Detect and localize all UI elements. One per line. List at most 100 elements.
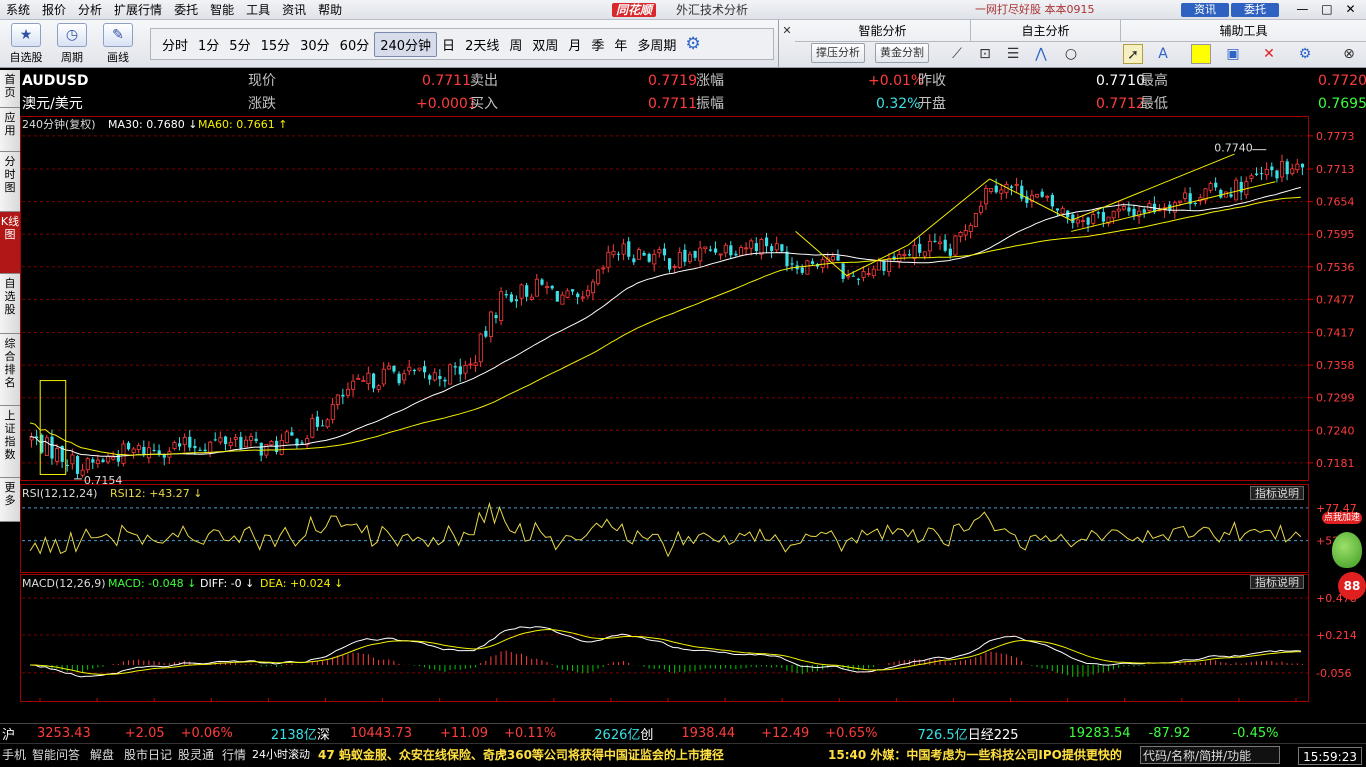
top-ticker[interactable]: 一网打尽好股 本本0915 <box>975 0 1095 20</box>
rsi-help-button[interactable]: 指标说明 <box>1250 486 1304 500</box>
menu-item-8[interactable]: 帮助 <box>312 0 348 20</box>
menu-item-2[interactable]: 分析 <box>72 0 108 20</box>
candle-body <box>585 289 590 297</box>
candle-body <box>218 437 223 443</box>
candle-body <box>1075 219 1080 224</box>
ma30-line <box>29 186 1302 458</box>
tab-self-analysis[interactable]: 自主分析 <box>971 20 1121 42</box>
period-2[interactable]: 5分 <box>224 33 255 56</box>
menu-item-6[interactable]: 工具 <box>240 0 276 20</box>
candle-body <box>463 364 468 374</box>
candle-body <box>560 294 565 305</box>
candle-body <box>611 250 616 256</box>
wave-tool-icon[interactable]: ⋀ <box>1031 44 1051 64</box>
speed-up-widget[interactable]: 点我加速 88 <box>1318 510 1366 610</box>
delete-icon[interactable]: ✕ <box>1259 44 1279 64</box>
period-14[interactable]: 多周期 <box>632 33 681 56</box>
bottom-item-6[interactable]: 24小时滚动 <box>252 744 310 766</box>
bottom-item-1[interactable]: 智能问答 <box>32 744 80 766</box>
maximize-icon[interactable]: □ <box>1321 2 1332 18</box>
cy-label: 创 <box>640 728 654 743</box>
period-9[interactable]: 周 <box>504 33 527 56</box>
candle-body <box>351 380 356 390</box>
support-resistance-button[interactable]: 撑压分析 <box>811 43 865 63</box>
candle-body <box>978 205 983 213</box>
menu-item-7[interactable]: 资讯 <box>276 0 312 20</box>
candle-body <box>111 456 116 460</box>
menu-item-4[interactable]: 委托 <box>168 0 204 20</box>
news-ticker-2[interactable]: 15:40 外媒：中国考虑为一些科技公司IPO提供更快的 <box>828 744 1138 766</box>
channel-tool-icon[interactable]: ☰ <box>1003 44 1023 64</box>
menu-item-3[interactable]: 扩展行情 <box>108 0 168 20</box>
close-icon[interactable]: ✕ <box>1345 2 1355 18</box>
rsi-value-legend: RSI12: +43.27 ↓ <box>110 487 203 500</box>
settings-icon[interactable]: ⚙ <box>1295 44 1315 64</box>
period-13[interactable]: 年 <box>609 33 632 56</box>
period-8[interactable]: 2天线 <box>460 33 504 56</box>
high-annotation: 0.7740 <box>1214 141 1253 154</box>
code-search-input[interactable]: 代码/名称/简拼/功能 <box>1140 746 1280 764</box>
period-tool[interactable]: ◷ 周期 <box>50 23 94 65</box>
period-3[interactable]: 15分 <box>256 33 296 56</box>
menu-item-5[interactable]: 智能 <box>204 0 240 20</box>
bottom-item-5[interactable]: 行情 <box>222 744 246 766</box>
left-tab-7[interactable]: 更多 <box>0 478 20 522</box>
period-11[interactable]: 月 <box>563 33 586 56</box>
news-ticker-1[interactable]: 47 蚂蚁金服、众安在线保险、奇虎360等公司将获得中国证监会的上市捷径 <box>318 744 818 766</box>
minimize-icon[interactable]: — <box>1296 2 1308 18</box>
rsi-line <box>29 501 1302 558</box>
period-1[interactable]: 1分 <box>193 33 224 56</box>
color-picker-icon[interactable] <box>1191 44 1211 64</box>
period-10[interactable]: 双周 <box>527 33 563 56</box>
news-button[interactable]: 资讯 <box>1181 3 1229 17</box>
candle-body <box>871 268 876 276</box>
panel-close-icon[interactable]: ✕ <box>779 20 795 42</box>
candle-body <box>269 441 274 446</box>
line-tool-icon[interactable]: ⟋ <box>947 44 967 64</box>
add-stock-tool[interactable]: ★ 自选股 <box>4 23 48 65</box>
draw-tool[interactable]: ✎ 画线 <box>96 23 140 65</box>
save-icon[interactable]: ▣ <box>1223 44 1243 64</box>
cursor-icon[interactable]: ➚ <box>1123 44 1143 64</box>
low-annotation: 0.7154 <box>84 474 123 487</box>
left-tab-5[interactable]: 综合排名 <box>0 334 20 406</box>
tab-aux-tools[interactable]: 辅助工具 <box>1121 20 1366 42</box>
tab-smart-analysis[interactable]: 智能分析 <box>795 20 971 42</box>
bottom-item-3[interactable]: 股市日记 <box>124 744 172 766</box>
candle-body <box>75 456 80 474</box>
left-tab-4[interactable]: 自选股 <box>0 274 20 334</box>
golden-section-button[interactable]: 黄金分割 <box>875 43 929 63</box>
main-panel-border <box>20 116 1309 481</box>
period-0[interactable]: 分时 <box>157 33 193 56</box>
left-tab-3[interactable]: K线图 <box>0 212 20 274</box>
candle-body <box>1014 183 1019 186</box>
trade-button[interactable]: 委托 <box>1231 3 1279 17</box>
period-12[interactable]: 季 <box>586 33 609 56</box>
kline-chart[interactable]: 0.7773 0.7713 0.7654 0.7595 0.7536 0.7477 0.74… <box>20 116 1366 717</box>
high-value: 0.7720 <box>1318 73 1366 89</box>
candle-body <box>688 253 693 263</box>
period-4[interactable]: 30分 <box>295 33 335 56</box>
bottom-item-0[interactable]: 手机 <box>2 744 26 766</box>
left-tab-2[interactable]: 分时图 <box>0 152 20 212</box>
period-settings-icon[interactable]: ⚙ <box>685 34 700 54</box>
bottom-item-2[interactable]: 解盘 <box>90 744 114 766</box>
menu-item-1[interactable]: 报价 <box>36 0 72 20</box>
left-tab-6[interactable]: 上证指数 <box>0 406 20 478</box>
left-tab-1[interactable]: 应用 <box>0 108 20 152</box>
candle-body <box>785 251 789 267</box>
menu-item-0[interactable]: 系统 <box>0 0 36 20</box>
period-5[interactable]: 60分 <box>335 33 375 56</box>
text-tool-icon[interactable]: A <box>1153 44 1173 64</box>
bottom-item-4[interactable]: 股灵通 <box>178 744 214 766</box>
chart-area[interactable]: 0.7773 0.7713 0.7654 0.7595 0.7536 0.7477 0.74… <box>20 116 1366 717</box>
period-6[interactable]: 240分钟 <box>374 31 438 57</box>
rect-tool-icon[interactable]: ⊡ <box>975 44 995 64</box>
left-tab-0[interactable]: 首页 <box>0 70 20 108</box>
close-tools-icon[interactable]: ⊗ <box>1339 44 1359 64</box>
candle-body <box>397 373 401 384</box>
macd-help-button[interactable]: 指标说明 <box>1250 575 1304 589</box>
candle-body <box>356 377 361 380</box>
circle-tool-icon[interactable]: ○ <box>1061 44 1081 64</box>
period-7[interactable]: 日 <box>437 33 460 56</box>
